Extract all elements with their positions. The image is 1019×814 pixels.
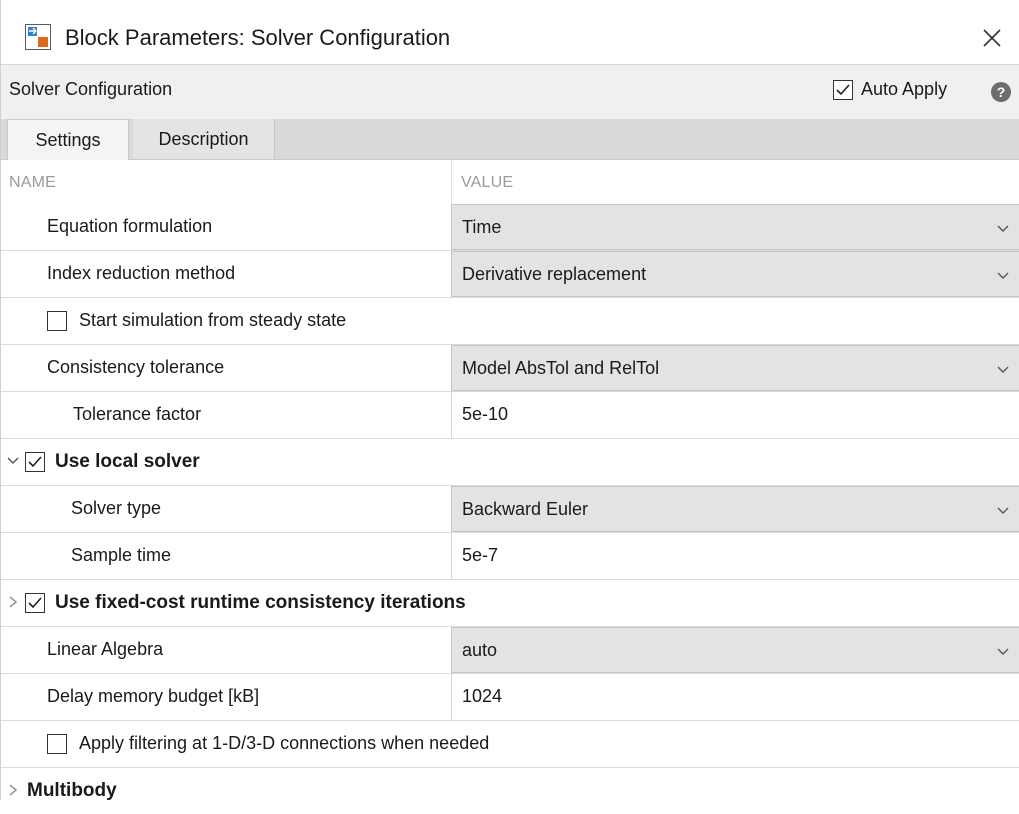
table-row: Use fixed-cost runtime consistency itera… <box>1 580 1019 627</box>
row-label: Index reduction method <box>47 263 236 283</box>
row-label: Sample time <box>71 545 172 565</box>
table-row: Sample time 5e-7 <box>1 533 1019 580</box>
chevron-right-icon[interactable] <box>7 595 19 609</box>
field-value: 1024 <box>462 686 503 706</box>
dropdown-value: Model AbsTol and RelTol <box>462 358 660 378</box>
chevron-down-icon <box>997 366 1009 373</box>
row-label: Linear Algebra <box>47 639 164 659</box>
chevron-right-icon[interactable] <box>7 783 19 797</box>
use-local-solver-checkbox[interactable] <box>25 452 45 472</box>
table-row: Index reduction method Derivative replac… <box>1 251 1019 298</box>
row-label: Tolerance factor <box>73 404 202 424</box>
title-bar: Block Parameters: Solver Configuration <box>1 0 1019 62</box>
dropdown-value: Derivative replacement <box>462 264 647 284</box>
chevron-down-icon[interactable] <box>7 454 19 468</box>
table-row: Tolerance factor 5e-10 <box>1 392 1019 439</box>
parameters-table: NAME VALUE Equation formulation Time Ind… <box>1 160 1019 814</box>
steady-state-checkbox[interactable] <box>47 311 67 331</box>
delay-memory-budget-field[interactable]: 1024 <box>451 674 1019 720</box>
sample-time-field[interactable]: 5e-7 <box>451 533 1019 579</box>
column-divider <box>451 160 452 204</box>
chevron-down-icon <box>997 648 1009 655</box>
block-name: Solver Configuration <box>9 79 173 99</box>
table-row: Multibody <box>1 768 1019 814</box>
auto-apply-checkbox[interactable]: Auto Apply <box>833 79 947 100</box>
linear-algebra-dropdown[interactable]: auto <box>451 627 1019 673</box>
chevron-down-icon <box>997 272 1009 279</box>
consistency-tolerance-dropdown[interactable]: Model AbsTol and RelTol <box>451 345 1019 391</box>
table-row: Solver type Backward Euler <box>1 486 1019 533</box>
table-row: Equation formulation Time <box>1 204 1019 251</box>
row-label: Apply filtering at 1-D/3-D connections w… <box>79 733 490 753</box>
table-row: Start simulation from steady state <box>1 298 1019 345</box>
help-icon[interactable]: ? <box>991 82 1011 102</box>
tolerance-factor-field[interactable]: 5e-10 <box>451 392 1019 438</box>
chevron-down-icon <box>997 225 1009 232</box>
section-label: Use fixed-cost runtime consistency itera… <box>55 592 466 613</box>
section-label: Use local solver <box>55 451 200 472</box>
table-row: Linear Algebra auto <box>1 627 1019 674</box>
equation-formulation-dropdown[interactable]: Time <box>451 204 1019 250</box>
table-row: Delay memory budget [kB] 1024 <box>1 674 1019 721</box>
dialog-header: Solver Configuration Auto Apply ? <box>1 64 1019 120</box>
name-column-header: NAME <box>9 174 57 191</box>
row-label: Delay memory budget [kB] <box>47 686 260 706</box>
window-title: Block Parameters: Solver Configuration <box>65 25 451 50</box>
section-label: Multibody <box>27 780 117 801</box>
chevron-down-icon <box>997 507 1009 514</box>
dropdown-value: Time <box>462 217 502 237</box>
auto-apply-check-icon[interactable] <box>833 79 853 100</box>
tab-description[interactable]: Description <box>133 119 275 159</box>
apply-filtering-checkbox[interactable] <box>47 734 67 754</box>
tab-settings[interactable]: Settings <box>7 119 129 160</box>
row-label: Solver type <box>71 498 162 518</box>
simulink-block-icon <box>25 24 51 50</box>
fixed-cost-checkbox[interactable] <box>25 593 45 613</box>
dropdown-value: auto <box>462 640 498 660</box>
table-row: Consistency tolerance Model AbsTol and R… <box>1 345 1019 392</box>
row-label: Consistency tolerance <box>47 357 225 377</box>
field-value: 5e-10 <box>462 404 509 424</box>
column-header: NAME VALUE <box>1 160 1019 205</box>
auto-apply-label: Auto Apply <box>861 79 948 99</box>
index-reduction-dropdown[interactable]: Derivative replacement <box>451 251 1019 297</box>
table-row: Apply filtering at 1-D/3-D connections w… <box>1 721 1019 768</box>
field-value: 5e-7 <box>462 545 499 565</box>
row-label: Equation formulation <box>47 216 213 236</box>
solver-type-dropdown[interactable]: Backward Euler <box>451 486 1019 532</box>
close-icon[interactable] <box>974 20 1010 56</box>
block-parameters-dialog: Block Parameters: Solver Configuration S… <box>0 0 1019 814</box>
dropdown-value: Backward Euler <box>462 499 589 519</box>
value-column-header: VALUE <box>461 174 514 191</box>
tab-bar: Settings Description <box>1 119 1019 160</box>
table-row: Use local solver <box>1 439 1019 486</box>
row-label: Start simulation from steady state <box>79 310 347 330</box>
